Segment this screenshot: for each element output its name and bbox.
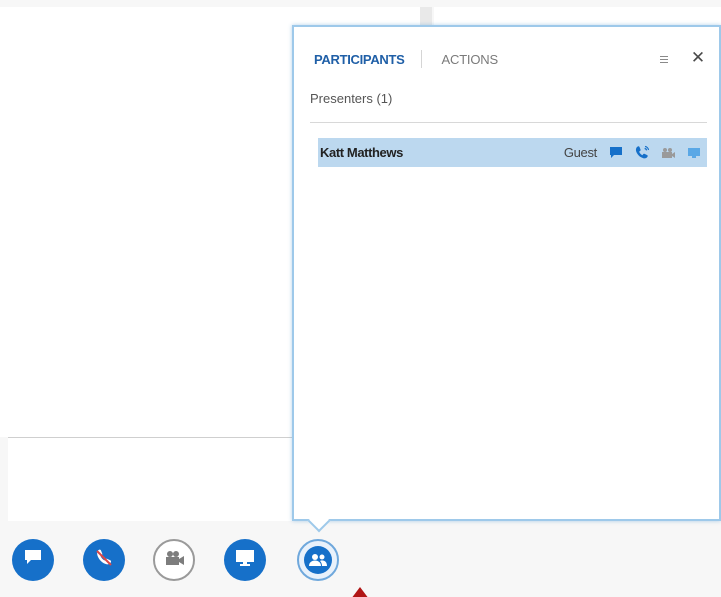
participants-panel: PARTICIPANTS ACTIONS ✕ Presenters (1) Ka…	[292, 25, 721, 521]
hamburger-icon[interactable]	[660, 56, 668, 63]
participant-name: Katt Matthews	[320, 145, 403, 160]
close-icon: ✕	[690, 48, 706, 67]
tab-participants[interactable]: PARTICIPANTS	[314, 52, 405, 67]
video-button[interactable]	[153, 539, 195, 581]
audio-button[interactable]	[83, 539, 125, 581]
divider	[310, 122, 707, 123]
present-button[interactable]	[224, 539, 266, 581]
sharing-icon[interactable]	[685, 144, 703, 162]
video-camera-icon	[163, 550, 185, 571]
present-monitor-icon	[235, 549, 255, 572]
pane-divider[interactable]	[420, 7, 432, 25]
video-icon[interactable]	[659, 144, 677, 162]
message-input-area[interactable]	[8, 437, 308, 521]
audio-phone-icon[interactable]	[633, 144, 651, 162]
panel-tabs: PARTICIPANTS ACTIONS	[314, 49, 498, 69]
participants-icon	[304, 546, 332, 574]
participants-button[interactable]	[297, 539, 339, 581]
presenters-heading: Presenters (1)	[310, 91, 393, 106]
im-icon	[24, 549, 42, 571]
phone-muted-icon	[93, 547, 115, 574]
participant-row[interactable]: Katt Matthews Guest	[318, 138, 707, 167]
tab-separator	[420, 50, 422, 68]
im-icon[interactable]	[607, 144, 625, 162]
im-button[interactable]	[12, 539, 54, 581]
tab-actions[interactable]: ACTIONS	[442, 52, 499, 67]
participant-role: Guest	[563, 145, 597, 160]
close-button[interactable]: ✕	[689, 48, 707, 67]
pointer-arrow	[351, 587, 369, 597]
